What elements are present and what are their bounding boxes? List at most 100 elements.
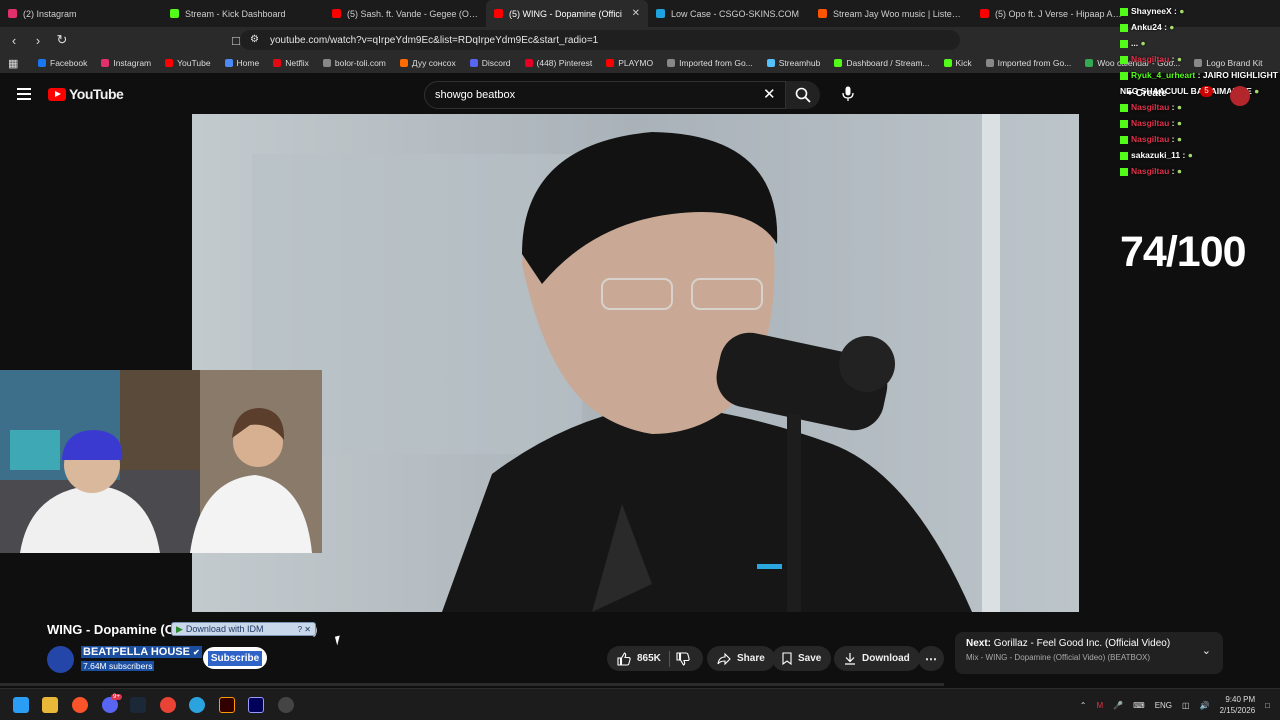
- premiere-icon[interactable]: [248, 697, 264, 713]
- bookmark-favicon-icon: [766, 59, 775, 67]
- kick-badge-icon: [1120, 23, 1128, 32]
- bookmark-item[interactable]: YouTube: [165, 58, 211, 68]
- idm-close-icon[interactable]: ? ✕: [298, 625, 315, 634]
- back-icon[interactable]: ‹: [4, 33, 24, 48]
- language-indicator[interactable]: ENG: [1155, 701, 1172, 710]
- forward-icon[interactable]: ›: [28, 33, 48, 48]
- channel-name[interactable]: BEATPELLA HOUSE ✔: [81, 646, 202, 658]
- bookmark-label: Instagram: [113, 58, 152, 68]
- bookmark-item[interactable]: Imported from Go...: [667, 58, 753, 68]
- chat-message: ShayneeX : ●: [1120, 3, 1280, 19]
- chat-message: Nasgiltau : ●: [1120, 99, 1280, 115]
- youtube-logo[interactable]: YouTube: [48, 86, 124, 102]
- bookmark-item[interactable]: (448) Pinterest: [524, 58, 592, 68]
- browser-tab[interactable]: (2) Instagram: [0, 0, 162, 27]
- browser-tab[interactable]: (5) WING - Dopamine (Offici ✕: [486, 0, 648, 27]
- bookmark-favicon-icon: [834, 59, 843, 67]
- idm-arrow-icon: ▶: [176, 623, 183, 634]
- bookmark-label: Kick: [955, 58, 972, 68]
- bookmark-favicon-icon: [165, 59, 174, 67]
- address-bar[interactable]: ⚙ youtube.com/watch?v=qIrpeYdm9Ec&list=R…: [240, 30, 960, 50]
- search-input[interactable]: showgo beatbox: [424, 81, 786, 109]
- tab-favicon-icon: [332, 9, 341, 18]
- score-overlay: 74/100: [1120, 228, 1247, 276]
- kick-badge-icon: [1120, 135, 1128, 144]
- notifications-icon[interactable]: □: [1265, 701, 1270, 710]
- tray-app-icon[interactable]: M: [1097, 701, 1104, 710]
- file-explorer-icon[interactable]: [42, 697, 58, 713]
- tab-favicon-icon: [170, 9, 179, 18]
- share-button[interactable]: Share: [707, 646, 775, 671]
- like-button[interactable]: 865K: [617, 651, 661, 666]
- kick-badge-icon: [1120, 71, 1128, 80]
- windows-start-icon[interactable]: [13, 697, 29, 713]
- bookmark-item[interactable]: Dashboard / Stream...: [834, 58, 930, 68]
- menu-icon[interactable]: [17, 88, 31, 100]
- browser-tab[interactable]: Stream Jay Woo music | Listen to so: [810, 0, 972, 27]
- apps-grid-icon[interactable]: ▦: [8, 57, 18, 70]
- progress-track[interactable]: [0, 683, 944, 686]
- save-button[interactable]: Save: [772, 646, 832, 671]
- emote-icon: ●: [1174, 134, 1182, 144]
- webcam-image: [0, 370, 322, 553]
- browser-tab[interactable]: Stream - Kick Dashboard: [162, 0, 324, 27]
- chat-username: Nasgiltau: [1131, 118, 1170, 128]
- search-button[interactable]: [786, 81, 820, 109]
- notification-badge[interactable]: 5: [1200, 86, 1213, 97]
- telegram-icon[interactable]: [189, 697, 205, 713]
- brave-browser-icon[interactable]: [72, 697, 88, 713]
- bookmark-item[interactable]: Home: [224, 58, 259, 68]
- chat-message: Nasgiltau : ●: [1120, 131, 1280, 147]
- site-info-icon[interactable]: ⚙: [250, 34, 259, 45]
- steam-icon[interactable]: [130, 697, 146, 713]
- microphone-tray-icon[interactable]: 🎤: [1113, 701, 1123, 710]
- bookmark-favicon-icon: [985, 59, 994, 67]
- clear-search-icon[interactable]: ✕: [763, 85, 776, 103]
- system-tray: ⌃ M 🎤 ⌨ ENG ◫ 🔊 9:40 PM 2/15/2026 □: [1080, 694, 1270, 716]
- emote-icon: ●: [1176, 6, 1185, 16]
- bookmark-item[interactable]: bolor-toli.com: [322, 58, 386, 68]
- video-player[interactable]: [192, 114, 1079, 612]
- microphone-icon: [842, 86, 854, 101]
- bookmark-item[interactable]: PLAYMO: [606, 58, 653, 68]
- illustrator-icon[interactable]: [219, 697, 235, 713]
- network-icon[interactable]: ◫: [1182, 701, 1190, 710]
- chat-message: Nasgiltau : ●: [1120, 51, 1280, 67]
- browser-tab-bar: (2) Instagram Stream - Kick Dashboard (5) …: [0, 0, 1280, 27]
- create-button[interactable]: + Create: [1127, 88, 1167, 99]
- chrome-icon[interactable]: [160, 697, 176, 713]
- bookmark-item[interactable]: Discord: [469, 58, 511, 68]
- thumbs-down-icon[interactable]: [676, 651, 690, 666]
- browser-tab[interactable]: Low Case - CSGO-SKINS.COM: [648, 0, 810, 27]
- subscribe-button[interactable]: Subscribe: [203, 647, 267, 669]
- bookmark-item[interactable]: Дуу сонсох: [399, 58, 456, 68]
- bookmark-item[interactable]: Kick: [943, 58, 972, 68]
- reload-icon[interactable]: ↻: [52, 32, 72, 48]
- clock[interactable]: 9:40 PM 2/15/2026: [1220, 694, 1256, 716]
- keyboard-icon[interactable]: ⌨: [1133, 701, 1145, 710]
- up-next-card[interactable]: Next: Gorillaz - Feel Good Inc. (Officia…: [955, 632, 1223, 674]
- bookmark-item[interactable]: Netflix: [273, 58, 309, 68]
- avatar[interactable]: [1230, 86, 1250, 106]
- browser-tab[interactable]: (5) Opo ft. J Verse - Hipaap Ambitio: [972, 0, 1134, 27]
- tab-close-icon[interactable]: ✕: [632, 8, 640, 19]
- bookmark-label: YouTube: [177, 58, 211, 68]
- channel-avatar[interactable]: [47, 646, 74, 673]
- bookmark-item[interactable]: Imported from Go...: [985, 58, 1071, 68]
- bookmark-item[interactable]: Facebook: [38, 58, 87, 68]
- chevron-down-icon[interactable]: ⌄: [1202, 644, 1211, 657]
- bookmark-item[interactable]: Streamhub: [766, 58, 820, 68]
- more-actions-icon[interactable]: ⋯: [918, 646, 944, 671]
- voice-search-button[interactable]: [838, 84, 858, 104]
- idm-download-button[interactable]: ▶ Download with IDM ? ✕: [171, 622, 316, 636]
- obs-icon[interactable]: [278, 697, 294, 713]
- chevron-up-icon[interactable]: ⌃: [1080, 701, 1087, 710]
- download-button[interactable]: Download: [834, 646, 920, 671]
- up-next-subtitle: Mix - WING - Dopamine (Official Video) (…: [966, 653, 1151, 662]
- browser-tab[interactable]: (5) Sash. ft. Vande - Gegee (Official M: [324, 0, 486, 27]
- volume-icon[interactable]: 🔊: [1200, 701, 1210, 710]
- bookmark-item[interactable]: Instagram: [101, 58, 151, 68]
- video-title: WING - Dopamine (O): [47, 622, 317, 637]
- tab-favicon-icon: [656, 9, 665, 18]
- emote-icon: ●: [1251, 86, 1260, 96]
